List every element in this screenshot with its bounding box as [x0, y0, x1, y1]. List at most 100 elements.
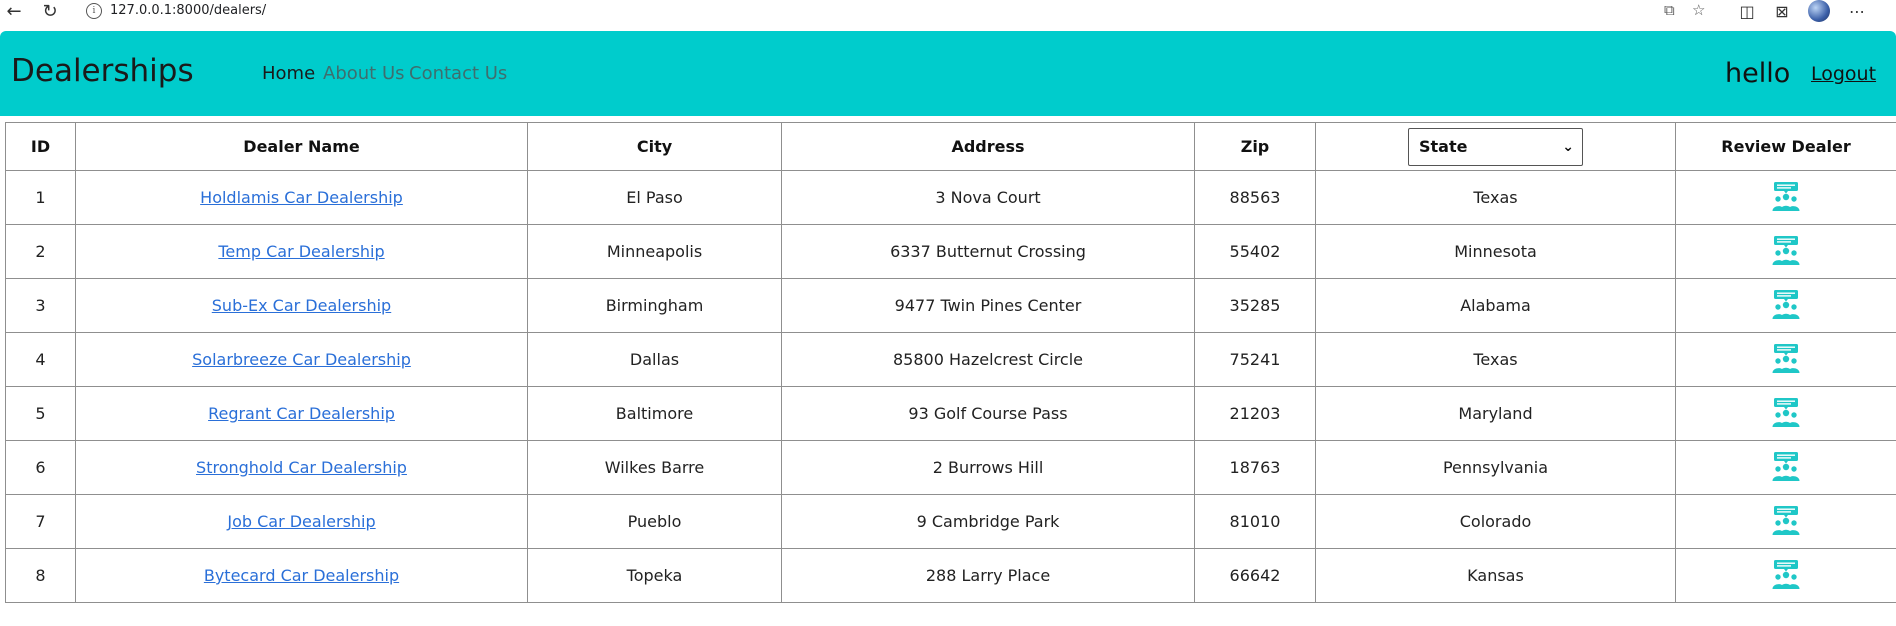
logout-link[interactable]: Logout: [1811, 63, 1876, 85]
state-filter-value: State: [1419, 136, 1468, 156]
dealer-zip: 18763: [1194, 440, 1316, 495]
review-people-icon[interactable]: [1771, 180, 1801, 212]
dealer-city: Dallas: [527, 332, 782, 387]
review-dealer-cell: [1675, 386, 1896, 441]
dealer-address: 9 Cambridge Park: [781, 494, 1195, 549]
dealer-name-cell: Regrant Car Dealership: [75, 386, 528, 441]
table-row: 6 Stronghold Car Dealership Wilkes Barre 2 …: [5, 440, 1896, 495]
dealer-address: 2 Burrows Hill: [781, 440, 1195, 495]
dealer-name-link[interactable]: Temp Car Dealership: [218, 242, 384, 261]
review-dealer-cell: [1675, 548, 1896, 603]
table-row: 7 Job Car Dealership Pueblo 9 Cambridge Par…: [5, 494, 1896, 549]
dealer-name-link[interactable]: Stronghold Car Dealership: [196, 458, 407, 477]
username-label: hello: [1725, 58, 1791, 89]
header-dealer-name: Dealer Name: [75, 122, 528, 171]
dealer-address: 3 Nova Court: [781, 170, 1195, 225]
dealer-state: Alabama: [1315, 278, 1676, 333]
header-city: City: [527, 122, 782, 171]
dealer-name-link[interactable]: Holdlamis Car Dealership: [200, 188, 403, 207]
review-people-icon[interactable]: [1771, 396, 1801, 428]
dealer-state: Minnesota: [1315, 224, 1676, 279]
dealer-address: 9477 Twin Pines Center: [781, 278, 1195, 333]
review-dealer-cell: [1675, 224, 1896, 279]
dealer-city: Pueblo: [527, 494, 782, 549]
dealer-name-cell: Bytecard Car Dealership: [75, 548, 528, 603]
address-bar[interactable]: i 127.0.0.1:8000/dealers/ ⧉ ☆: [78, 0, 1705, 22]
chevron-down-icon: ⌄: [1562, 138, 1574, 155]
dealer-state: Texas: [1315, 332, 1676, 387]
dealer-city: Minneapolis: [527, 224, 782, 279]
header-id: ID: [5, 122, 76, 171]
nav-link-contact-us[interactable]: Contact Us: [409, 63, 507, 84]
review-dealer-cell: [1675, 494, 1896, 549]
open-in-app-icon[interactable]: ⧉: [1664, 1, 1675, 19]
review-people-icon[interactable]: [1771, 234, 1801, 266]
state-filter-select[interactable]: State ⌄: [1408, 127, 1583, 166]
dealer-name-cell: Sub-Ex Car Dealership: [75, 278, 528, 333]
review-people-icon[interactable]: [1771, 450, 1801, 482]
dealer-city: El Paso: [527, 170, 782, 225]
brand-title[interactable]: Dealerships: [11, 53, 194, 89]
dealer-city: Baltimore: [527, 386, 782, 441]
dealer-address: 288 Larry Place: [781, 548, 1195, 603]
reload-icon[interactable]: ↻: [38, 0, 62, 22]
top-navbar: Dealerships Home About Us Contact Us hel…: [0, 31, 1896, 116]
dealer-zip: 35285: [1194, 278, 1316, 333]
dealer-name-cell: Job Car Dealership: [75, 494, 528, 549]
back-arrow-icon[interactable]: ←: [2, 0, 26, 22]
dealer-city: Topeka: [527, 548, 782, 603]
site-info-icon[interactable]: i: [86, 3, 102, 19]
review-people-icon[interactable]: [1771, 342, 1801, 374]
split-screen-icon[interactable]: ◫: [1734, 0, 1760, 22]
dealer-name-cell: Temp Car Dealership: [75, 224, 528, 279]
review-people-icon[interactable]: [1771, 288, 1801, 320]
dealer-state: Texas: [1315, 170, 1676, 225]
dealer-zip: 55402: [1194, 224, 1316, 279]
review-dealer-cell: [1675, 332, 1896, 387]
review-dealer-cell: [1675, 278, 1896, 333]
dealer-state: Pennsylvania: [1315, 440, 1676, 495]
dealer-name-link[interactable]: Solarbreeze Car Dealership: [192, 350, 411, 369]
dealer-name-link[interactable]: Regrant Car Dealership: [208, 404, 395, 423]
dealer-id: 5: [5, 386, 76, 441]
dealer-name-link[interactable]: Sub-Ex Car Dealership: [212, 296, 391, 315]
review-people-icon[interactable]: [1771, 558, 1801, 590]
dealer-name-cell: Solarbreeze Car Dealership: [75, 332, 528, 387]
dealer-name-link[interactable]: Job Car Dealership: [227, 512, 375, 531]
dealer-state: Kansas: [1315, 548, 1676, 603]
header-state: State ⌄: [1315, 122, 1676, 171]
table-row: 2 Temp Car Dealership Minneapolis 6337 Butt…: [5, 224, 1896, 279]
dealer-address: 85800 Hazelcrest Circle: [781, 332, 1195, 387]
dealer-zip: 66642: [1194, 548, 1316, 603]
review-dealer-cell: [1675, 170, 1896, 225]
browser-toolbar: ← ↻ i 127.0.0.1:8000/dealers/ ⧉ ☆ ◫ ⊠ ⋯: [0, 0, 1896, 24]
table-row: 4 Solarbreeze Car Dealership Dallas 85800 H…: [5, 332, 1896, 387]
dealer-name-cell: Holdlamis Car Dealership: [75, 170, 528, 225]
dealer-address: 93 Golf Course Pass: [781, 386, 1195, 441]
dealer-city: Wilkes Barre: [527, 440, 782, 495]
table-header-row: ID Dealer Name City Address Zip State ⌄ …: [5, 122, 1896, 171]
more-options-icon[interactable]: ⋯: [1844, 0, 1870, 22]
dealers-table-container: ID Dealer Name City Address Zip State ⌄ …: [5, 122, 1896, 626]
table-row: 3 Sub-Ex Car Dealership Birmingham 9477 Twi…: [5, 278, 1896, 333]
header-review-dealer: Review Dealer: [1675, 122, 1896, 171]
dealer-city: Birmingham: [527, 278, 782, 333]
url-text: 127.0.0.1:8000/dealers/: [110, 3, 267, 18]
dealer-id: 8: [5, 548, 76, 603]
profile-avatar[interactable]: [1808, 0, 1830, 22]
dealer-name-link[interactable]: Bytecard Car Dealership: [204, 566, 399, 585]
review-people-icon[interactable]: [1771, 504, 1801, 536]
table-row: 1 Holdlamis Car Dealership El Paso 3 Nova C…: [5, 170, 1896, 225]
dealer-state: Colorado: [1315, 494, 1676, 549]
dealers-table: ID Dealer Name City Address Zip State ⌄ …: [5, 122, 1896, 603]
bookmark-star-icon[interactable]: ☆: [1692, 1, 1705, 19]
nav-link-about-us[interactable]: About Us: [323, 63, 405, 84]
review-dealer-cell: [1675, 440, 1896, 495]
dealer-id: 7: [5, 494, 76, 549]
header-address: Address: [781, 122, 1195, 171]
dealer-id: 4: [5, 332, 76, 387]
nav-link-home[interactable]: Home: [262, 63, 315, 84]
table-row: 8 Bytecard Car Dealership Topeka 288 Larry …: [5, 548, 1896, 603]
dealer-id: 1: [5, 170, 76, 225]
collections-icon[interactable]: ⊠: [1769, 0, 1795, 22]
